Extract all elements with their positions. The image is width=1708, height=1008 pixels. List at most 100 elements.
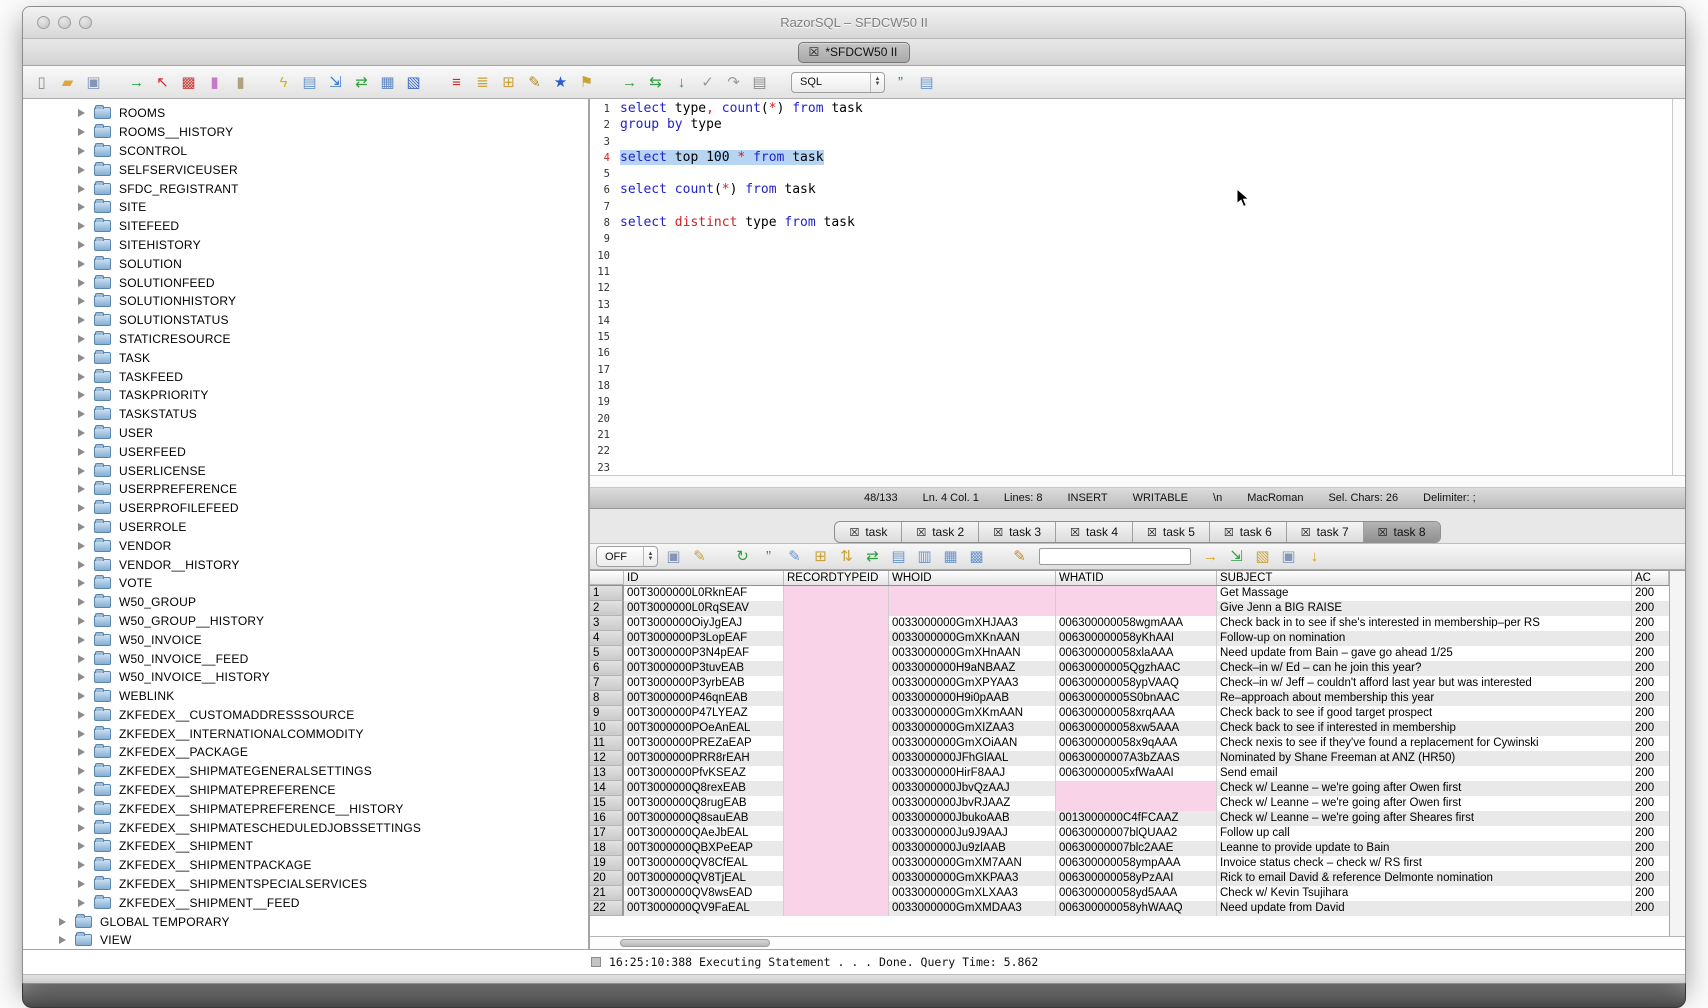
table-cell[interactable]: 200 bbox=[1632, 811, 1669, 826]
table-cell[interactable]: 200 bbox=[1632, 586, 1669, 601]
close-tab-icon[interactable]: ☒ bbox=[1224, 526, 1234, 539]
table-cell[interactable]: 00T3000000PREZaEAP bbox=[624, 736, 784, 751]
table-horizontal-scrollbar[interactable] bbox=[590, 936, 1685, 949]
table-cell[interactable]: Check w/ Kevin Tsujihara bbox=[1217, 886, 1632, 901]
column-header-whoid[interactable]: WHOID bbox=[889, 571, 1056, 585]
tab-task-5[interactable]: ☒task 5 bbox=[1133, 522, 1210, 542]
disclosure-triangle-icon[interactable] bbox=[78, 410, 85, 418]
redo-icon[interactable]: ↷ bbox=[723, 72, 744, 93]
tree-item-task[interactable]: TASK bbox=[23, 348, 588, 367]
table-cell[interactable]: Re–approach about membership this year bbox=[1217, 691, 1632, 706]
table-cell[interactable]: Check–in w/ Ed – can he join this year? bbox=[1217, 661, 1632, 676]
sql-history-icon[interactable]: ▧ bbox=[403, 72, 424, 93]
code-line[interactable] bbox=[620, 362, 1672, 378]
table-cell[interactable] bbox=[784, 886, 889, 901]
tree-item-site[interactable]: SITE bbox=[23, 198, 588, 217]
table-cell[interactable]: 00T3000000QBXPeEAP bbox=[624, 841, 784, 856]
table-cell[interactable]: 00T3000000P47LYEAZ bbox=[624, 706, 784, 721]
table-cell[interactable]: 200 bbox=[1632, 601, 1669, 616]
table-cell[interactable]: Need update from Bain – gave go ahead 1/… bbox=[1217, 646, 1632, 661]
disclosure-triangle-icon[interactable] bbox=[78, 542, 85, 550]
table-row[interactable]: 700T3000000P3yrbEAB 0033000000GmXPYAA300… bbox=[590, 676, 1669, 691]
code-line[interactable] bbox=[620, 411, 1672, 427]
table-cell[interactable]: 006300000058xrqAAA bbox=[1056, 706, 1217, 721]
table-cell[interactable]: 200 bbox=[1632, 841, 1669, 856]
table-cell[interactable]: 006300000058xw5AAA bbox=[1056, 721, 1217, 736]
table-row[interactable]: 1800T3000000QBXPeEAP 0033000000Ju9zlAAB0… bbox=[590, 841, 1669, 856]
table-cell[interactable]: 006300000058yd5AAA bbox=[1056, 886, 1217, 901]
results-list-icon[interactable]: ▤ bbox=[916, 72, 937, 93]
table-row[interactable]: 2100T3000000QV8wsEAD 0033000000GmXLXAA30… bbox=[590, 886, 1669, 901]
close-window-button[interactable] bbox=[37, 16, 50, 29]
disclosure-triangle-icon[interactable] bbox=[78, 899, 85, 907]
tab-task-7[interactable]: ☒task 7 bbox=[1287, 522, 1364, 542]
table-cell[interactable] bbox=[784, 901, 889, 916]
document-tab[interactable]: ☒ *SFDCW50 II bbox=[798, 42, 911, 63]
column-header-whatid[interactable]: WHATID bbox=[1056, 571, 1217, 585]
execute-statement-icon[interactable]: → bbox=[619, 72, 640, 93]
table-cell[interactable]: Check nexis to see if they've found a re… bbox=[1217, 736, 1632, 751]
table-cell[interactable]: 0033000000JbvQzAAJ bbox=[889, 781, 1056, 796]
tree-item-zkfedex-shipmatepreference[interactable]: ZKFEDEX__SHIPMATEPREFERENCE bbox=[23, 781, 588, 800]
table-row[interactable]: 200T3000000L0RqSEAV Give Jenn a BIG RAIS… bbox=[590, 601, 1669, 616]
disclosure-triangle-icon[interactable] bbox=[78, 579, 85, 587]
table-cell[interactable]: 00630000007blQUAA2 bbox=[1056, 826, 1217, 841]
go-arrow-icon[interactable]: → bbox=[1200, 546, 1221, 567]
generate-sql-icon[interactable]: ≣ bbox=[472, 72, 493, 93]
table-cell[interactable]: 200 bbox=[1632, 766, 1669, 781]
table-cell[interactable]: 0033000000GmXKPAA3 bbox=[889, 871, 1056, 886]
tree-item-zkfedex-shipmategeneralsettings[interactable]: ZKFEDEX__SHIPMATEGENERALSETTINGS bbox=[23, 762, 588, 781]
table-cell[interactable]: 00630000007blc2AAE bbox=[1056, 841, 1217, 856]
code-line[interactable] bbox=[620, 313, 1672, 329]
code-line[interactable] bbox=[620, 345, 1672, 361]
table-cell[interactable]: 00T3000000OiyJgEAJ bbox=[624, 616, 784, 631]
table-cell[interactable]: 0033000000JbvRJAAZ bbox=[889, 796, 1056, 811]
tree-item-solutionhistory[interactable]: SOLUTIONHISTORY bbox=[23, 292, 588, 311]
disclosure-triangle-icon[interactable] bbox=[78, 561, 85, 569]
table-row[interactable]: 1100T3000000PREZaEAP 0033000000GmXOiAAN0… bbox=[590, 736, 1669, 751]
table-cell[interactable]: 200 bbox=[1632, 736, 1669, 751]
table-cell[interactable]: 200 bbox=[1632, 781, 1669, 796]
tree-item-scontrol[interactable]: SCONTROL bbox=[23, 142, 588, 161]
tree-item-global-temporary[interactable]: GLOBAL TEMPORARY bbox=[23, 912, 588, 931]
table-cell[interactable]: 200 bbox=[1632, 616, 1669, 631]
table-cell[interactable]: 0033000000GmXM7AAN bbox=[889, 856, 1056, 871]
tree-item-user[interactable]: USER bbox=[23, 424, 588, 443]
notes-clipboard-icon[interactable]: ▤ bbox=[749, 72, 770, 93]
sql-editor[interactable]: 1234567891011121314151617181920212223 se… bbox=[590, 99, 1685, 475]
commit-icon[interactable]: ▩ bbox=[178, 72, 199, 93]
sync-table-icon[interactable]: ⇄ bbox=[862, 546, 883, 567]
table-row[interactable]: 1000T3000000POeAnEAL 0033000000GmXIZAA30… bbox=[590, 721, 1669, 736]
column-header-rownum[interactable] bbox=[590, 571, 624, 585]
table-cell[interactable]: 00T3000000L0RqSEAV bbox=[624, 601, 784, 616]
disclosure-triangle-icon[interactable] bbox=[78, 861, 85, 869]
tree-item-zkfedex-customaddresssource[interactable]: ZKFEDEX__CUSTOMADDRESSSOURCE bbox=[23, 706, 588, 725]
disclosure-triangle-icon[interactable] bbox=[78, 260, 85, 268]
table-cell[interactable]: 200 bbox=[1632, 721, 1669, 736]
tree-item-solution[interactable]: SOLUTION bbox=[23, 254, 588, 273]
disclosure-triangle-icon[interactable] bbox=[78, 147, 85, 155]
table-row[interactable]: 800T3000000P46qnEAB 0033000000H9i0pAAB00… bbox=[590, 691, 1669, 706]
table-cell[interactable] bbox=[784, 736, 889, 751]
table-copy-icon[interactable]: ▩ bbox=[966, 546, 987, 567]
close-tab-icon[interactable]: ☒ bbox=[993, 526, 1003, 539]
disclosure-triangle-icon[interactable] bbox=[78, 824, 85, 832]
tree-item-zkfedex-shipmentspecialservices[interactable]: ZKFEDEX__SHIPMENTSPECIALSERVICES bbox=[23, 875, 588, 894]
close-tab-icon[interactable]: ☒ bbox=[1301, 526, 1311, 539]
table-cell[interactable]: 200 bbox=[1632, 751, 1669, 766]
table-cell[interactable] bbox=[889, 601, 1056, 616]
auto-complete-quotes-icon[interactable]: ” bbox=[890, 72, 911, 93]
table-cell[interactable] bbox=[784, 601, 889, 616]
disclosure-triangle-icon[interactable] bbox=[78, 673, 85, 681]
table-cell[interactable]: 200 bbox=[1632, 871, 1669, 886]
results-table[interactable]: IDRECORDTYPEIDWHOIDWHATIDSUBJECTAC100T30… bbox=[590, 571, 1669, 936]
view-as-text-icon[interactable]: ” bbox=[758, 546, 779, 567]
limit-stepper-icon[interactable]: ▲▼ bbox=[643, 547, 657, 566]
tree-item-w50-invoice-history[interactable]: W50_INVOICE__HISTORY bbox=[23, 668, 588, 687]
table-cell[interactable] bbox=[784, 826, 889, 841]
tree-item-staticresource[interactable]: STATICRESOURCE bbox=[23, 330, 588, 349]
tree-item-vote[interactable]: VOTE bbox=[23, 574, 588, 593]
code-line[interactable] bbox=[620, 443, 1672, 459]
table-cell[interactable]: 006300000058wgmAAA bbox=[1056, 616, 1217, 631]
table-row[interactable]: 1300T3000000PfvKSEAZ 0033000000HirF8AAJ0… bbox=[590, 766, 1669, 781]
